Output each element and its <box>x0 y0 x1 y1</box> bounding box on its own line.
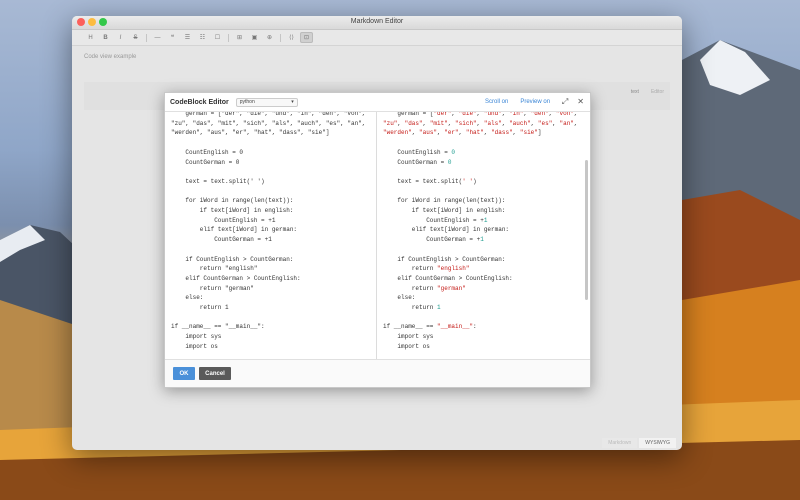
document-text: Code view example <box>84 54 137 60</box>
italic-icon[interactable]: I <box>114 32 127 43</box>
preview-line: text = text.split(' ') <box>383 177 477 185</box>
bold-icon[interactable]: B <box>99 32 112 43</box>
language-value: python <box>239 99 255 105</box>
code-preview-pane: german = ["der", "die", "und", "in", "de… <box>377 112 590 361</box>
chevron-down-icon: ▾ <box>291 99 294 105</box>
close-icon[interactable]: ✕ <box>577 97 584 107</box>
code-line[interactable]: return "german" <box>171 284 365 294</box>
code-line[interactable]: CountGerman = 0 <box>171 158 365 168</box>
preview-line: "zu", "das", "mit", "sich", "als", "auch… <box>383 119 578 127</box>
window-title: Markdown Editor <box>350 18 404 25</box>
preview-scrollbar[interactable] <box>585 160 588 300</box>
preview-line <box>383 167 578 177</box>
preview-line: if __name__ == "__main__": <box>383 323 477 331</box>
preview-line <box>383 187 578 197</box>
strike-icon[interactable]: S <box>129 32 142 43</box>
scroll-sync-toggle[interactable]: Scroll on <box>485 99 508 105</box>
preview-line: CountGerman = +1 <box>383 236 484 244</box>
preview-line: CountGerman = 0 <box>383 158 452 166</box>
code-line[interactable]: elif text[iWord] in german: <box>171 225 365 235</box>
preview-line <box>383 245 578 255</box>
preview-line: return "english" <box>383 265 470 273</box>
preview-line: return 1 <box>383 304 441 312</box>
dialog-title: CodeBlock Editor <box>170 98 229 106</box>
code-line[interactable]: CountEnglish = +1 <box>171 216 365 226</box>
code-line[interactable]: CountEnglish = 0 <box>171 148 365 158</box>
code-line[interactable]: for iWord in range(len(text)): <box>171 196 365 206</box>
preview-line: elif text[iWord] in german: <box>383 226 510 234</box>
code-editor-text[interactable]: german = ["der", "die", "und", "in", "de… <box>171 112 365 361</box>
preview-line: german = ["der", "die", "und", "in", "de… <box>383 112 578 117</box>
code-block-editor-link[interactable]: Editor <box>651 89 664 95</box>
code-line[interactable]: text = text.split(' ') <box>171 177 365 187</box>
codeblock-icon[interactable]: ⊡ <box>300 32 313 43</box>
dialog-footer: OK Cancel <box>165 359 590 387</box>
preview-line <box>383 313 578 323</box>
table-icon[interactable]: ⊞ <box>233 32 246 43</box>
bullet-list-icon[interactable]: ☰ <box>181 32 194 43</box>
markdown-mode-tab[interactable]: Markdown <box>602 438 638 448</box>
title-bar: Markdown Editor <box>72 16 682 30</box>
preview-line: import os <box>383 342 430 350</box>
code-line[interactable]: german = ["der", "die", "und", "in", "de… <box>171 112 365 119</box>
preview-line: for iWord in range(len(text)): <box>383 197 506 205</box>
code-line[interactable] <box>171 313 365 323</box>
code-block-language-label: text <box>630 89 639 95</box>
ok-button[interactable]: OK <box>173 367 195 380</box>
preview-line: if text[iWord] in english: <box>383 207 506 215</box>
code-line[interactable] <box>171 187 365 197</box>
preview-line: CountEnglish = +1 <box>383 216 488 224</box>
code-line[interactable]: import os <box>171 342 365 352</box>
preview-line: elif CountGerman > CountEnglish: <box>383 274 513 282</box>
task-icon[interactable]: ☐ <box>211 32 224 43</box>
image-icon[interactable]: ▣ <box>248 32 261 43</box>
code-line[interactable]: return "english" <box>171 264 365 274</box>
preview-line: if CountEnglish > CountGerman: <box>383 255 506 263</box>
codeblock-editor-dialog: CodeBlock Editor python ▾ Scroll on Prev… <box>164 92 591 388</box>
code-line[interactable]: if text[iWord] in english: <box>171 206 365 216</box>
editor-toolbar: H B I S — ❝ ☰ ☷ ☐ ⊞ ▣ ⊕ ⟨⟩ ⊡ <box>72 30 682 46</box>
code-line[interactable]: else: <box>171 293 365 303</box>
code-line[interactable] <box>171 167 365 177</box>
hr-icon[interactable]: — <box>151 32 164 43</box>
cancel-button[interactable]: Cancel <box>199 367 231 380</box>
preview-toggle[interactable]: Preview on <box>520 99 550 105</box>
ordered-list-icon[interactable]: ☷ <box>196 32 209 43</box>
code-line[interactable]: CountGerman = +1 <box>171 235 365 245</box>
mode-switch: Markdown WYSIWYG <box>602 438 676 448</box>
wysiwyg-mode-tab[interactable]: WYSIWYG <box>639 438 676 448</box>
preview-line <box>383 138 578 148</box>
link-icon[interactable]: ⊕ <box>263 32 276 43</box>
preview-line: return "german" <box>383 284 466 292</box>
quote-icon[interactable]: ❝ <box>166 32 179 43</box>
code-preview-text: german = ["der", "die", "und", "in", "de… <box>383 112 578 361</box>
preview-line: import sys <box>383 333 434 341</box>
code-editor-pane[interactable]: german = ["der", "die", "und", "in", "de… <box>165 112 377 361</box>
language-select[interactable]: python ▾ <box>235 97 298 107</box>
toolbar-divider <box>280 33 281 42</box>
preview-line: "werden", "aus", "er", "hat", "dass", "s… <box>383 129 542 137</box>
code-line[interactable]: "werden", "aus", "er", "hat", "dass", "s… <box>171 128 365 138</box>
code-line[interactable]: "zu", "das", "mit", "sich", "als", "auch… <box>171 119 365 129</box>
expand-icon[interactable]: ⤢ <box>562 97 568 107</box>
code-line[interactable] <box>171 245 365 255</box>
code-icon[interactable]: ⟨⟩ <box>285 32 298 43</box>
toolbar-divider <box>228 33 229 42</box>
preview-line: CountEnglish = 0 <box>383 148 456 156</box>
code-line[interactable]: if __name__ == "__main__": <box>171 322 365 332</box>
heading-icon[interactable]: H <box>84 32 97 43</box>
dialog-header: CodeBlock Editor python ▾ Scroll on Prev… <box>165 93 590 112</box>
code-line[interactable]: elif CountGerman > CountEnglish: <box>171 274 365 284</box>
preview-line: else: <box>383 294 416 302</box>
toolbar-divider <box>146 33 147 42</box>
code-line[interactable]: import sys <box>171 332 365 342</box>
code-line[interactable]: if CountEnglish > CountGerman: <box>171 255 365 265</box>
code-line[interactable] <box>171 138 365 148</box>
code-line[interactable]: return 1 <box>171 303 365 313</box>
